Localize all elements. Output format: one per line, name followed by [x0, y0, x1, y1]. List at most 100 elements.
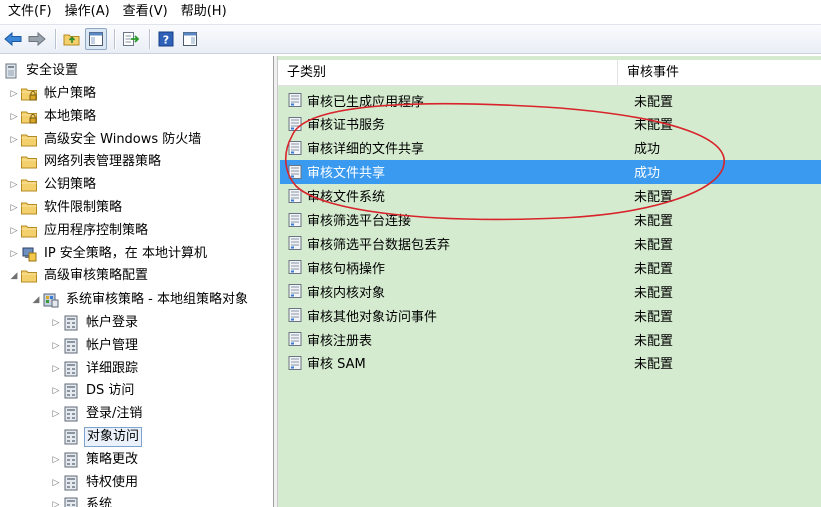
expand-arrow-icon[interactable]: ▷: [50, 358, 62, 380]
menu-help[interactable]: 帮助(H): [177, 0, 236, 24]
expand-arrow-icon[interactable]: ▷: [50, 380, 62, 402]
expand-arrow-icon[interactable]: ▷: [50, 494, 62, 507]
tree-item-label: 帐户策略: [44, 86, 97, 101]
console-tree-icon: [89, 32, 103, 46]
forward-button[interactable]: [26, 28, 48, 50]
tree-item-audit-category[interactable]: 对象访问: [50, 426, 143, 448]
audit-category-icon: [62, 382, 80, 400]
tree-item-label: 网络列表管理器策略: [44, 154, 162, 170]
tree-item[interactable]: ▷ 本地策略: [8, 106, 98, 128]
list-row[interactable]: 审核筛选平台连接 未配置: [280, 208, 821, 232]
expand-arrow-icon[interactable]: ▷: [50, 472, 62, 494]
tree-item-audit-category[interactable]: ▷ 帐户登录: [50, 312, 140, 334]
subcategory-name: 审核筛选平台数据包丢弃: [307, 237, 451, 253]
column-header-audit-events[interactable]: 审核事件: [618, 60, 821, 86]
list-header: 子类别 审核事件: [278, 60, 821, 86]
list-row[interactable]: 审核文件系统 未配置: [280, 184, 821, 208]
list-row[interactable]: 审核内核对象 未配置: [280, 279, 821, 303]
expand-arrow-icon[interactable]: [50, 426, 62, 448]
menu-bar: 文件(F) 操作(A) 查看(V) 帮助(H): [0, 0, 821, 24]
tree-item-audit-category[interactable]: ▷ DS 访问: [50, 380, 136, 402]
show-hide-console-tree-button[interactable]: [85, 28, 107, 50]
tree-item-audit-category[interactable]: ▷ 登录/注销: [50, 403, 144, 425]
subcategory-name: 审核注册表: [307, 333, 373, 349]
help-button[interactable]: ?: [155, 28, 177, 50]
tree-item-audit-category[interactable]: ▷ 帐户管理: [50, 335, 140, 357]
expand-arrow-icon[interactable]: ▷: [8, 83, 20, 105]
tree-item-label: 应用程序控制策略: [44, 222, 149, 238]
collapse-arrow-icon[interactable]: ◢: [8, 265, 20, 287]
tree-item-label: 软件限制策略: [44, 200, 123, 215]
tree-item[interactable]: 网络列表管理器策略: [8, 151, 163, 173]
audit-category-icon: [62, 496, 80, 507]
tree-item-label: 公钥策略: [44, 177, 97, 193]
tree-item-audit-category[interactable]: ▷ 系统: [50, 494, 114, 507]
audit-event-status: 未配置: [634, 285, 674, 301]
tree-item[interactable]: ▷ 公钥策略: [8, 174, 98, 196]
expand-arrow-icon[interactable]: ▷: [8, 174, 20, 196]
list-row[interactable]: 审核详细的文件共享 成功: [280, 136, 821, 160]
tree-item-security-settings[interactable]: 安全设置: [2, 60, 80, 82]
tree-item[interactable]: ▷ 帐户策略: [8, 83, 98, 105]
audit-category-icon: [62, 451, 80, 469]
list-row[interactable]: 审核文件共享 成功: [280, 159, 821, 184]
audit-subcategory-icon: [287, 188, 303, 204]
audit-category-icon: [62, 314, 80, 332]
expand-arrow-icon[interactable]: ▷: [50, 312, 62, 334]
action-pane-icon: [183, 32, 197, 46]
expand-arrow-icon[interactable]: ▷: [8, 129, 20, 151]
expand-arrow-icon[interactable]: ▷: [8, 220, 20, 242]
column-header-subcategory[interactable]: 子类别: [278, 60, 618, 86]
audit-event-status: 未配置: [634, 333, 674, 349]
audit-category-icon: [62, 405, 80, 423]
expand-arrow-icon[interactable]: ▷: [50, 449, 62, 471]
tree-item-audit-category[interactable]: ▷ 策略更改: [50, 449, 140, 471]
folder-up-icon: [63, 34, 80, 46]
show-hide-action-pane-button[interactable]: [179, 28, 201, 50]
list-row[interactable]: 审核句柄操作 未配置: [280, 255, 821, 279]
expand-arrow-icon[interactable]: [8, 151, 20, 173]
tree-item-label: 详细跟踪: [86, 360, 139, 376]
list-row[interactable]: 审核证书服务 未配置: [280, 112, 821, 136]
expand-arrow-icon[interactable]: ▷: [8, 197, 20, 219]
folder-icon: [20, 222, 38, 240]
tree-item-label: 帐户登录: [86, 315, 139, 330]
result-list: 子类别 审核事件 审核已生成应用程序 未配置 审核证书服务 未配置 审核详细的文件共享成…: [278, 56, 821, 507]
tree-item-label: 策略更改: [86, 451, 139, 467]
menu-file[interactable]: 文件(F): [4, 0, 61, 24]
tree-item-label: 特权使用: [86, 474, 139, 490]
back-button[interactable]: [2, 28, 24, 50]
audit-subcategory-icon: [287, 259, 303, 275]
tree-item-label: 高级审核策略配置: [44, 268, 149, 284]
subcategory-name: 审核文件共享: [307, 166, 386, 182]
list-row[interactable]: 审核筛选平台数据包丢弃 未配置: [280, 231, 821, 255]
tree-item[interactable]: ▷ 高级安全 Windows 防火墙: [8, 129, 203, 151]
subcategory-name: 审核筛选平台连接: [307, 214, 412, 229]
subcategory-name: 审核已生成应用程序: [307, 94, 425, 110]
list-row[interactable]: 审核已生成应用程序 未配置: [280, 88, 821, 112]
folder-lock-icon: [20, 85, 38, 103]
ip-security-icon: [20, 245, 38, 263]
up-one-level-button[interactable]: [61, 28, 83, 50]
list-row[interactable]: 审核注册表 未配置: [280, 327, 821, 351]
menu-action[interactable]: 操作(A): [61, 0, 119, 24]
list-row[interactable]: 审核其他对象访问事件 未配置: [280, 303, 821, 327]
expand-arrow-icon[interactable]: ▷: [50, 335, 62, 357]
audit-subcategory-icon: [287, 164, 303, 180]
expand-arrow-icon[interactable]: ▷: [8, 243, 20, 265]
export-list-button[interactable]: [120, 28, 142, 50]
tree-item-audit-category[interactable]: ▷ 特权使用: [50, 472, 140, 494]
tree-item[interactable]: ▷ IP 安全策略，在 本地计算机: [8, 243, 209, 265]
tree-item[interactable]: ▷ 应用程序控制策略: [8, 220, 150, 242]
collapse-arrow-icon[interactable]: ◢: [30, 289, 42, 311]
tree-item-audit-category[interactable]: ▷ 详细跟踪: [50, 358, 140, 380]
tree-item-system-audit-policy[interactable]: ◢ 系统审核策略 - 本地组策略对象: [30, 289, 250, 311]
menu-view[interactable]: 查看(V): [119, 0, 177, 24]
tree-item[interactable]: ◢ 高级审核策略配置: [8, 265, 150, 287]
tree-item[interactable]: ▷ 软件限制策略: [8, 197, 124, 219]
tree-item-label: 对象访问: [84, 427, 143, 447]
expand-arrow-icon[interactable]: ▷: [8, 106, 20, 128]
audit-subcategory-icon: [287, 307, 303, 323]
expand-arrow-icon[interactable]: ▷: [50, 403, 62, 425]
list-row[interactable]: 审核 SAM 未配置: [280, 351, 821, 375]
